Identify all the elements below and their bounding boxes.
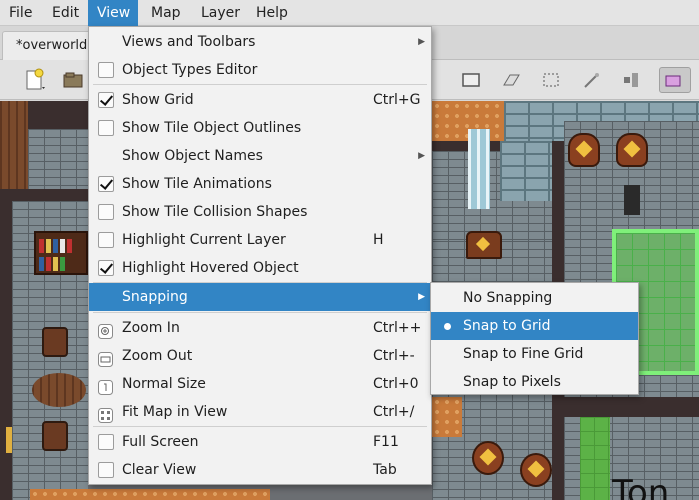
menu-edit[interactable]: Edit xyxy=(43,0,88,26)
map-dirt-path xyxy=(30,489,270,500)
lamp-post xyxy=(624,185,640,215)
clay-pot xyxy=(616,133,648,167)
submenu-arrow-icon: ▶ xyxy=(418,151,425,161)
checkbox-checked[interactable] xyxy=(98,176,114,192)
menu-item-no-snapping[interactable]: No Snapping xyxy=(431,284,638,312)
treasure-chest xyxy=(466,231,502,259)
menu-separator xyxy=(93,312,427,313)
map-dirt-path xyxy=(432,397,462,437)
menu-item-zoom-out[interactable]: Zoom Out Ctrl+- xyxy=(89,342,431,370)
menu-view[interactable]: View xyxy=(88,0,138,26)
candle xyxy=(6,427,12,453)
menu-item-highlight-hovered-object[interactable]: Highlight Hovered Object xyxy=(89,254,431,282)
select-same-tile-icon[interactable] xyxy=(618,67,644,93)
menu-item-show-tile-collision-shapes[interactable]: Show Tile Collision Shapes xyxy=(89,198,431,226)
submenu-arrow-icon: ▶ xyxy=(418,292,425,302)
checkbox[interactable] xyxy=(98,204,114,220)
menubar: File Edit View Map Layer Help xyxy=(0,0,699,26)
checkbox[interactable] xyxy=(98,62,114,78)
rectangle-tool-icon[interactable] xyxy=(458,67,484,93)
chair xyxy=(42,327,68,357)
map-wood-wall xyxy=(0,101,28,191)
fit-map-icon xyxy=(98,405,113,423)
object-select-icon[interactable] xyxy=(659,67,691,93)
view-menu: Views and Toolbars ▶ Object Types Editor… xyxy=(88,26,432,485)
snapping-submenu: No Snapping Snap to Grid Snap to Fine Gr… xyxy=(430,282,639,395)
zoom-in-icon xyxy=(98,321,113,339)
new-map-icon[interactable] xyxy=(22,67,48,93)
checkbox-checked[interactable] xyxy=(98,92,114,108)
zoom-out-icon xyxy=(98,349,113,367)
chair xyxy=(42,421,68,451)
menu-item-highlight-current-layer[interactable]: Highlight Current Layer H xyxy=(89,226,431,254)
menu-item-snapping[interactable]: Snapping ▶ xyxy=(89,283,431,311)
menu-item-show-tile-animations[interactable]: Show Tile Animations xyxy=(89,170,431,198)
checkbox[interactable] xyxy=(98,120,114,136)
map-dark-wall xyxy=(28,101,88,131)
clay-pot xyxy=(472,441,504,475)
menu-item-show-grid[interactable]: Show Grid Ctrl+G xyxy=(89,86,431,114)
magic-wand-icon[interactable] xyxy=(578,67,604,93)
menu-item-full-screen[interactable]: Full Screen F11 xyxy=(89,428,431,456)
normal-size-icon xyxy=(98,377,113,395)
checkbox[interactable] xyxy=(98,434,114,450)
menu-item-normal-size[interactable]: Normal Size Ctrl+0 xyxy=(89,370,431,398)
open-file-icon[interactable] xyxy=(60,67,86,93)
map-grass xyxy=(580,417,610,500)
menu-separator xyxy=(93,84,427,85)
map-dark-wall xyxy=(564,397,699,417)
menu-item-object-types-editor[interactable]: Object Types Editor xyxy=(89,56,431,84)
eraser-icon[interactable] xyxy=(498,67,524,93)
menu-item-snap-to-fine-grid[interactable]: Snap to Fine Grid xyxy=(431,340,638,368)
menu-item-snap-to-pixels[interactable]: Snap to Pixels xyxy=(431,368,638,396)
checkbox-checked[interactable] xyxy=(98,260,114,276)
map-dark-wall xyxy=(0,189,88,201)
menu-file[interactable]: File xyxy=(0,0,41,26)
menu-item-show-tile-object-outlines[interactable]: Show Tile Object Outlines xyxy=(89,114,431,142)
round-table xyxy=(32,373,86,407)
menu-item-snap-to-grid[interactable]: Snap to Grid xyxy=(431,312,638,340)
map-water xyxy=(468,129,490,209)
checkbox[interactable] xyxy=(98,232,114,248)
map-roof xyxy=(500,141,552,201)
menu-layer[interactable]: Layer xyxy=(192,0,249,26)
clay-pot xyxy=(520,453,552,487)
menu-item-show-object-names[interactable]: Show Object Names ▶ xyxy=(89,142,431,170)
submenu-arrow-icon: ▶ xyxy=(418,37,425,47)
checkbox[interactable] xyxy=(98,462,114,478)
menu-help[interactable]: Help xyxy=(247,0,297,26)
radio-selected-icon xyxy=(444,323,451,330)
menu-map[interactable]: Map xyxy=(142,0,190,26)
menu-separator xyxy=(93,426,427,427)
clay-pot xyxy=(568,133,600,167)
select-rectangle-icon[interactable] xyxy=(538,67,564,93)
menu-item-zoom-in[interactable]: Zoom In Ctrl++ xyxy=(89,314,431,342)
bookshelf xyxy=(34,231,88,275)
map-text-label: Ton xyxy=(612,473,670,500)
menu-item-views-and-toolbars[interactable]: Views and Toolbars ▶ xyxy=(89,28,431,56)
menu-item-clear-view[interactable]: Clear View Tab xyxy=(89,456,431,484)
map-dark-wall xyxy=(0,201,12,500)
menu-item-fit-map-in-view[interactable]: Fit Map in View Ctrl+/ xyxy=(89,398,431,426)
